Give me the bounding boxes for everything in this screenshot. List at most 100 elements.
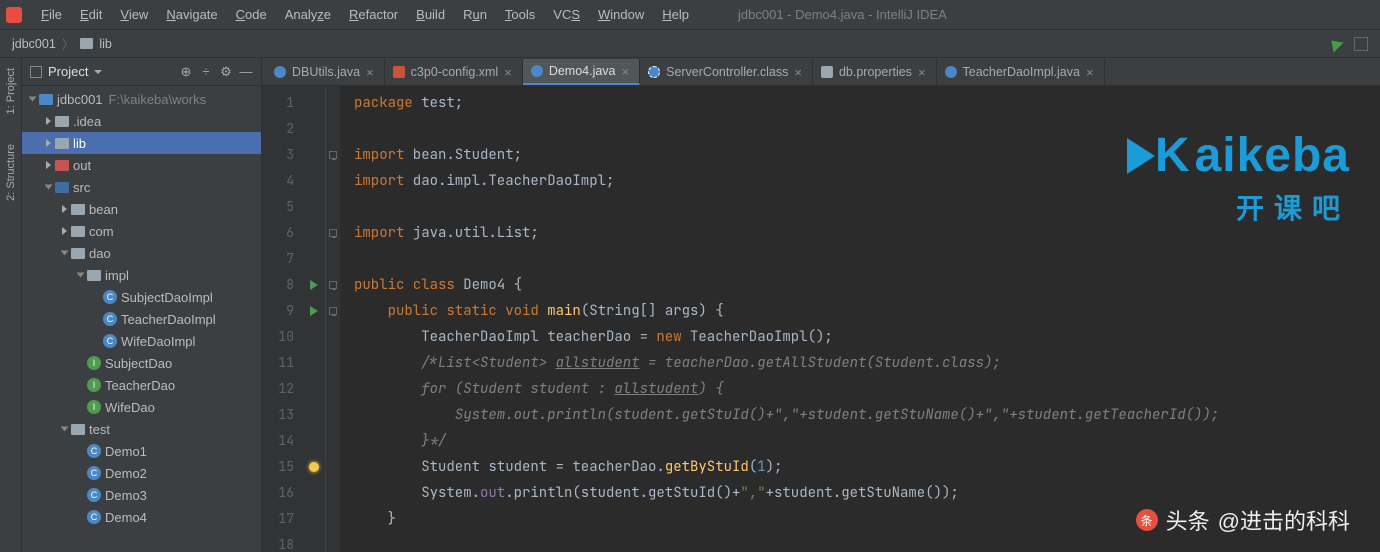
tree-row[interactable]: ITeacherDao xyxy=(22,374,261,396)
editor-tab[interactable]: c3p0-config.xml× xyxy=(385,59,523,85)
tree-row[interactable]: CTeacherDaoImpl xyxy=(22,308,261,330)
close-icon[interactable]: × xyxy=(622,64,630,79)
tree-arrow-icon[interactable] xyxy=(46,117,51,125)
hide-icon[interactable]: — xyxy=(239,65,253,79)
tree-item-label: SubjectDaoImpl xyxy=(121,290,213,305)
tree-item-path: F:\kaikeba\works xyxy=(109,92,207,107)
tree-arrow-icon[interactable] xyxy=(46,161,51,169)
build-icon[interactable] xyxy=(1327,35,1344,52)
java-file-icon xyxy=(274,66,286,78)
tree-arrow-icon[interactable] xyxy=(62,227,67,235)
gear-icon[interactable]: ⚙ xyxy=(219,65,233,79)
tree-item-label: impl xyxy=(105,268,129,283)
folder-icon xyxy=(55,160,69,171)
menu-build[interactable]: Build xyxy=(407,3,454,26)
tree-row[interactable]: impl xyxy=(22,264,261,286)
project-view-icon xyxy=(30,66,42,78)
line-number: 9 xyxy=(262,298,294,324)
run-gutter-icon[interactable] xyxy=(310,280,318,290)
watermark-logo: Kaikeba 开课吧 xyxy=(1127,128,1350,227)
tree-row[interactable]: bean xyxy=(22,198,261,220)
tree-item-label: Demo2 xyxy=(105,466,147,481)
interface-icon: I xyxy=(87,400,101,414)
target-icon[interactable]: ⊕ xyxy=(179,65,193,79)
tree-row[interactable]: .idea xyxy=(22,110,261,132)
class-icon: C xyxy=(103,334,117,348)
tree-arrow-icon[interactable] xyxy=(29,97,37,102)
fold-icon[interactable] xyxy=(329,281,337,289)
line-number: 8 xyxy=(262,272,294,298)
tree-row[interactable]: lib xyxy=(22,132,261,154)
tree-row[interactable]: com xyxy=(22,220,261,242)
editor-tab[interactable]: db.properties× xyxy=(813,59,937,85)
tree-row[interactable]: jdbc001F:\kaikeba\works xyxy=(22,88,261,110)
menu-refactor[interactable]: Refactor xyxy=(340,3,407,26)
close-icon[interactable]: × xyxy=(1086,65,1094,80)
close-icon[interactable]: × xyxy=(794,65,802,80)
tree-row[interactable]: CDemo2 xyxy=(22,462,261,484)
project-panel-title[interactable]: Project xyxy=(48,64,88,79)
chevron-down-icon[interactable] xyxy=(94,70,102,74)
line-numbers-gutter: 123456789101112131415161718 xyxy=(262,86,302,552)
tree-row[interactable]: out xyxy=(22,154,261,176)
close-icon[interactable]: × xyxy=(918,65,926,80)
tree-row[interactable]: CWifeDaoImpl xyxy=(22,330,261,352)
breadcrumb[interactable]: jdbc001 〉 lib xyxy=(12,34,112,53)
window-title: jdbc001 - Demo4.java - IntelliJ IDEA xyxy=(738,7,947,22)
watermark-footer-user: @进击的科科 xyxy=(1218,504,1350,536)
editor-tab[interactable]: ServerController.class × xyxy=(640,59,813,85)
menu-run[interactable]: Run xyxy=(454,3,496,26)
menu-code[interactable]: Code xyxy=(227,3,276,26)
tree-row[interactable]: CDemo3 xyxy=(22,484,261,506)
tree-row[interactable]: src xyxy=(22,176,261,198)
line-number: 5 xyxy=(262,194,294,220)
editor-tab[interactable]: TeacherDaoImpl.java× xyxy=(937,59,1105,85)
tree-row[interactable]: CSubjectDaoImpl xyxy=(22,286,261,308)
tree-row[interactable]: ISubjectDao xyxy=(22,352,261,374)
tab-label: Demo4.java xyxy=(549,64,616,78)
breadcrumb-project[interactable]: jdbc001 xyxy=(12,37,56,51)
bulb-gutter-icon[interactable] xyxy=(309,462,319,472)
tool-structure-tab[interactable]: 2: Structure xyxy=(5,144,17,201)
menu-tools[interactable]: Tools xyxy=(496,3,544,26)
tree-arrow-icon[interactable] xyxy=(46,139,51,147)
project-tree[interactable]: jdbc001F:\kaikeba\works.idealib out srcbea… xyxy=(22,86,261,552)
menu-vcs[interactable]: VCS xyxy=(544,3,589,26)
tree-row[interactable]: CDemo4 xyxy=(22,506,261,528)
tree-arrow-icon[interactable] xyxy=(61,251,69,256)
tool-project-tab[interactable]: 1: Project xyxy=(5,68,17,114)
breadcrumb-folder[interactable]: lib xyxy=(99,37,112,51)
tree-arrow-icon[interactable] xyxy=(62,205,67,213)
line-number: 2 xyxy=(262,116,294,142)
folder-icon xyxy=(80,38,93,49)
fold-icon[interactable] xyxy=(329,151,337,159)
tree-item-label: Demo3 xyxy=(105,488,147,503)
run-gutter-icon[interactable] xyxy=(310,306,318,316)
menu-help[interactable]: Help xyxy=(653,3,698,26)
menu-analyze[interactable]: Analyze xyxy=(276,3,340,26)
tree-row[interactable]: dao xyxy=(22,242,261,264)
menu-navigate[interactable]: Navigate xyxy=(157,3,226,26)
tab-label: ServerController.class xyxy=(666,65,788,79)
tree-arrow-icon[interactable] xyxy=(45,185,53,190)
menu-edit[interactable]: Edit xyxy=(71,3,111,26)
tree-arrow-icon[interactable] xyxy=(61,427,69,432)
line-number: 11 xyxy=(262,350,294,376)
tree-row[interactable]: test xyxy=(22,418,261,440)
menu-window[interactable]: Window xyxy=(589,3,653,26)
editor-tab[interactable]: Demo4.java × xyxy=(523,59,640,85)
collapse-icon[interactable]: ÷ xyxy=(199,65,213,79)
tree-row[interactable]: IWifeDao xyxy=(22,396,261,418)
tree-row[interactable]: CDemo1 xyxy=(22,440,261,462)
menu-view[interactable]: View xyxy=(111,3,157,26)
fold-icon[interactable] xyxy=(329,229,337,237)
editor-tab[interactable]: DBUtils.java× xyxy=(266,59,385,85)
fold-icon[interactable] xyxy=(329,307,337,315)
close-icon[interactable]: × xyxy=(504,65,512,80)
nav-tool-icon[interactable] xyxy=(1354,37,1368,51)
close-icon[interactable]: × xyxy=(366,65,374,80)
tree-arrow-icon[interactable] xyxy=(77,273,85,278)
interface-icon: I xyxy=(87,356,101,370)
tree-item-label: out xyxy=(73,158,91,173)
menu-file[interactable]: File xyxy=(32,3,71,26)
